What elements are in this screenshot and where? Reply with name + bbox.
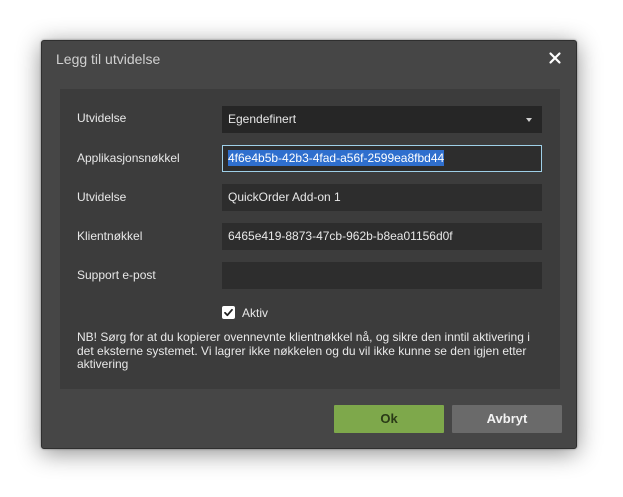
app-key-field[interactable]: 4f6e4b5b-42b3-4fad-a56f-2599ea8fbd44 (222, 145, 542, 172)
cancel-button[interactable]: Avbryt (452, 405, 562, 433)
add-extension-dialog: Legg til utvidelse Utvidelse Egendefiner… (41, 40, 577, 449)
app-key-label: Applikasjonsnøkkel (77, 151, 180, 165)
warning-note: NB! Sørg for at du kopierer ovennevnte k… (77, 330, 530, 371)
active-checkbox-label: Aktiv (242, 306, 269, 320)
dialog-title: Legg til utvidelse (56, 51, 161, 67)
checkmark-icon (224, 308, 233, 317)
extension-name-value: QuickOrder Add-on 1 (228, 190, 341, 204)
client-key-field[interactable]: 6465e419-8873-47cb-962b-b8ea01156d0f (222, 223, 542, 250)
extension-type-select[interactable]: Egendefinert (222, 106, 542, 133)
form-panel: Utvidelse Egendefinert Applikasjonsnøkke… (60, 89, 560, 389)
close-icon[interactable] (548, 51, 562, 65)
extension-name-label: Utvidelse (77, 190, 127, 204)
client-key-label: Klientnøkkel (77, 229, 143, 243)
app-key-value: 4f6e4b5b-42b3-4fad-a56f-2599ea8fbd44 (228, 150, 445, 166)
dialog-title-bar: Legg til utvidelse (42, 41, 576, 79)
extension-name-field[interactable]: QuickOrder Add-on 1 (222, 184, 542, 211)
extension-type-value: Egendefinert (228, 112, 297, 126)
active-checkbox[interactable] (222, 306, 235, 319)
extension-type-label: Utvidelse (77, 111, 127, 125)
ok-button[interactable]: Ok (334, 405, 444, 433)
client-key-value: 6465e419-8873-47cb-962b-b8ea01156d0f (228, 229, 453, 243)
support-email-label: Support e-post (77, 268, 156, 282)
support-email-field[interactable] (222, 262, 542, 289)
chevron-down-icon (526, 118, 532, 122)
